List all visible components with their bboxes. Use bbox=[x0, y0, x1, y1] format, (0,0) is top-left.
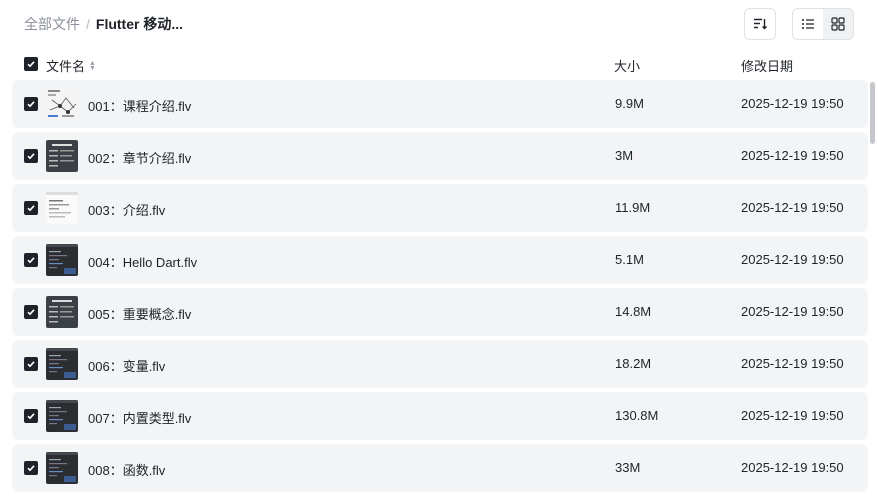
file-name[interactable]: 003：介绍.flv bbox=[88, 200, 165, 219]
file-row[interactable]: 005：重要概念.flv 14.8M 2025-12-19 19:50 bbox=[12, 288, 868, 336]
breadcrumb: 全部文件 / Flutter 移动... bbox=[24, 14, 183, 34]
file-size: 18.2M bbox=[615, 356, 652, 371]
video-thumbnail bbox=[46, 244, 78, 276]
file-date: 2025-12-19 19:50 bbox=[741, 96, 844, 111]
check-icon bbox=[27, 413, 35, 420]
row-checkbox[interactable] bbox=[24, 357, 38, 371]
row-checkbox[interactable] bbox=[24, 461, 38, 475]
breadcrumb-separator: / bbox=[86, 16, 90, 32]
video-thumbnail bbox=[46, 400, 78, 432]
video-thumbnail bbox=[46, 140, 78, 172]
file-browser: 全部文件 / Flutter 移动... 文件名 ▲ ▼ 大小 修改日期 001… bbox=[0, 0, 878, 498]
file-row[interactable]: 004：Hello Dart.flv 5.1M 2025-12-19 19:50 bbox=[12, 236, 868, 284]
file-name[interactable]: 001：课程介绍.flv bbox=[88, 96, 191, 115]
file-name[interactable]: 008：函数.flv bbox=[88, 460, 165, 479]
check-icon bbox=[27, 61, 35, 68]
file-size: 33M bbox=[615, 460, 641, 475]
view-toggle bbox=[792, 8, 854, 40]
video-thumbnail bbox=[46, 348, 78, 380]
file-size: 130.8M bbox=[615, 408, 659, 423]
file-size: 5.1M bbox=[615, 252, 644, 267]
column-size-header[interactable]: 大小 bbox=[614, 56, 640, 75]
file-size: 11.9M bbox=[615, 200, 651, 215]
file-name[interactable]: 004：Hello Dart.flv bbox=[88, 252, 197, 271]
check-icon bbox=[27, 153, 35, 160]
check-icon bbox=[27, 257, 35, 264]
list-view-button[interactable] bbox=[793, 9, 823, 39]
file-row[interactable]: 007：内置类型.flv 130.8M 2025-12-19 19:50 bbox=[12, 392, 868, 440]
breadcrumb-root-link[interactable]: 全部文件 bbox=[24, 14, 80, 34]
sort-button[interactable] bbox=[744, 8, 776, 40]
file-name[interactable]: 005：重要概念.flv bbox=[88, 304, 191, 323]
grid-view-button[interactable] bbox=[823, 9, 853, 39]
check-icon bbox=[27, 465, 35, 472]
file-date: 2025-12-19 19:50 bbox=[741, 460, 844, 475]
row-checkbox[interactable] bbox=[24, 305, 38, 319]
file-list: 001：课程介绍.flv 9.9M 2025-12-19 19:50 002：章… bbox=[12, 80, 868, 496]
file-size: 3M bbox=[615, 148, 634, 163]
video-thumbnail bbox=[46, 296, 78, 328]
file-date: 2025-12-19 19:50 bbox=[741, 148, 844, 163]
grid-view-icon bbox=[831, 17, 845, 31]
file-name[interactable]: 002：章节介绍.flv bbox=[88, 148, 191, 167]
file-date: 2025-12-19 19:50 bbox=[741, 252, 844, 267]
check-icon bbox=[27, 309, 35, 316]
column-date-header[interactable]: 修改日期 bbox=[741, 56, 793, 75]
video-thumbnail bbox=[46, 192, 78, 224]
file-row[interactable]: 008：函数.flv 33M 2025-12-19 19:50 bbox=[12, 444, 868, 492]
select-all-checkbox[interactable] bbox=[24, 57, 38, 71]
file-date: 2025-12-19 19:50 bbox=[741, 356, 844, 371]
scrollbar-thumb[interactable] bbox=[870, 82, 875, 144]
video-thumbnail bbox=[46, 452, 78, 484]
check-icon bbox=[27, 101, 35, 108]
sort-list-icon bbox=[754, 18, 767, 30]
file-date: 2025-12-19 19:50 bbox=[741, 200, 844, 215]
file-row[interactable]: 001：课程介绍.flv 9.9M 2025-12-19 19:50 bbox=[12, 80, 868, 128]
check-icon bbox=[27, 361, 35, 368]
file-name[interactable]: 006：变量.flv bbox=[88, 356, 165, 375]
column-header: 文件名 ▲ ▼ 大小 修改日期 bbox=[0, 52, 878, 76]
row-checkbox[interactable] bbox=[24, 253, 38, 267]
file-name[interactable]: 007：内置类型.flv bbox=[88, 408, 191, 427]
file-row[interactable]: 003：介绍.flv 11.9M 2025-12-19 19:50 bbox=[12, 184, 868, 232]
video-thumbnail bbox=[46, 88, 78, 120]
file-date: 2025-12-19 19:50 bbox=[741, 408, 844, 423]
check-icon bbox=[27, 205, 35, 212]
column-name-header[interactable]: 文件名 ▲ ▼ bbox=[46, 56, 96, 75]
column-name-label: 文件名 bbox=[46, 59, 86, 74]
file-date: 2025-12-19 19:50 bbox=[741, 304, 844, 319]
file-size: 14.8M bbox=[615, 304, 652, 319]
row-checkbox[interactable] bbox=[24, 149, 38, 163]
file-row[interactable]: 002：章节介绍.flv 3M 2025-12-19 19:50 bbox=[12, 132, 868, 180]
row-checkbox[interactable] bbox=[24, 409, 38, 423]
row-checkbox[interactable] bbox=[24, 97, 38, 111]
list-view-icon bbox=[802, 19, 814, 29]
breadcrumb-current-folder: Flutter 移动... bbox=[95, 16, 184, 32]
file-size: 9.9M bbox=[615, 96, 644, 111]
row-checkbox[interactable] bbox=[24, 201, 38, 215]
sort-toggle-icon: ▲ ▼ bbox=[89, 59, 96, 72]
file-row[interactable]: 006：变量.flv 18.2M 2025-12-19 19:50 bbox=[12, 340, 868, 388]
